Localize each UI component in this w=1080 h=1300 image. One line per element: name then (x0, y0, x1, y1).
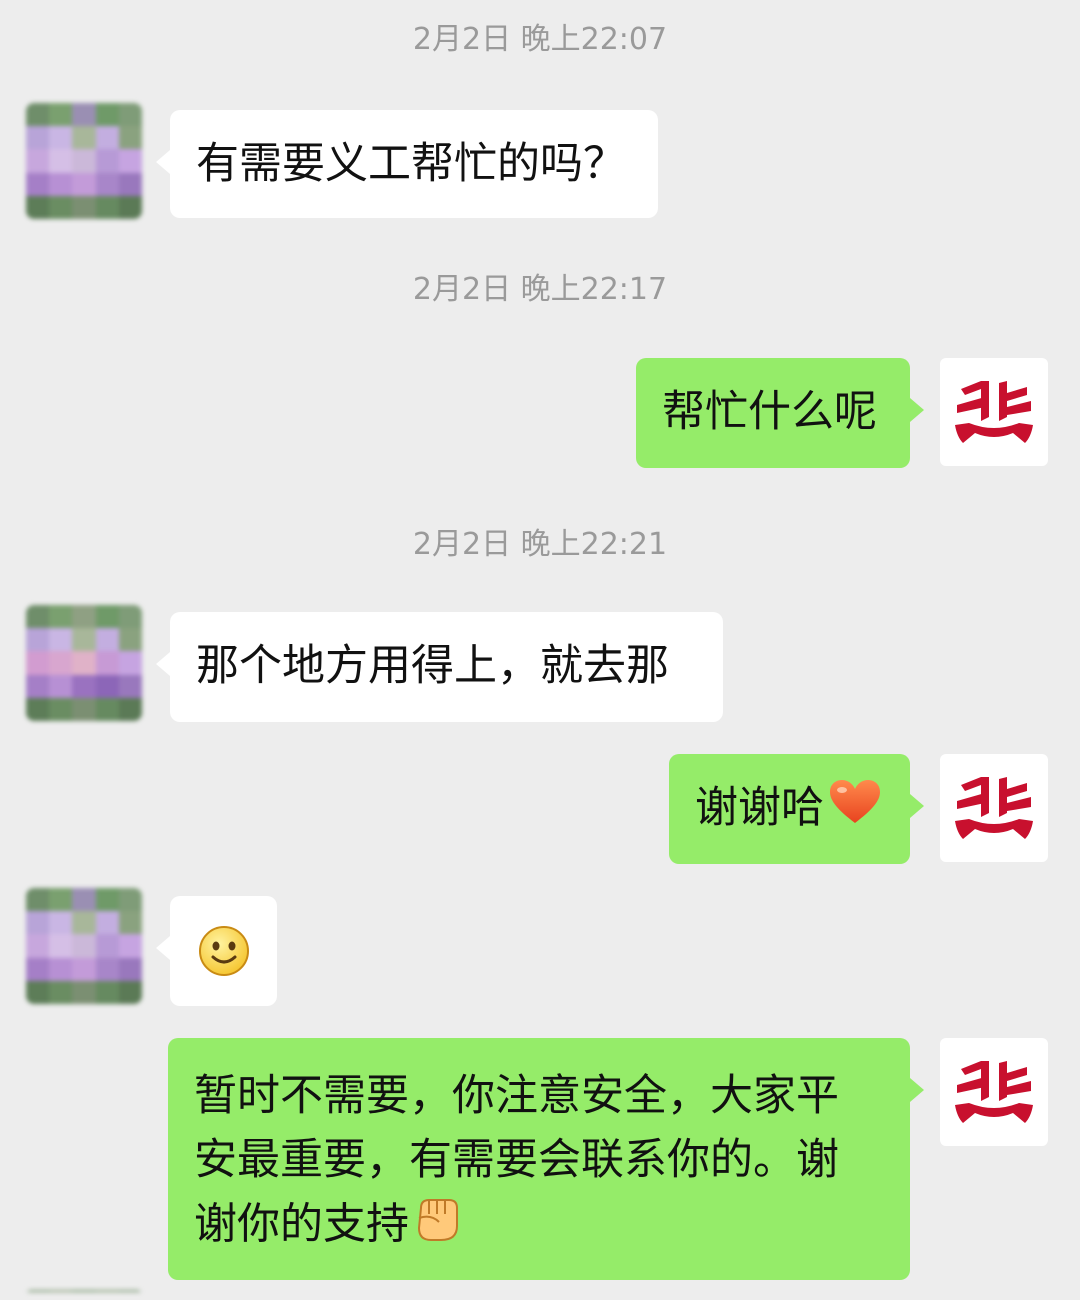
message-text: 那个地方用得上，就去那 (196, 641, 669, 691)
smile-emoji-icon (198, 926, 249, 976)
timestamp: 2月2日 晚上22:17 (412, 272, 668, 307)
message-bubble[interactable]: 那个地方用得上，就去那 (156, 612, 723, 722)
message-bubble[interactable]: 暂时不需要，你注意安全，大家平 安最重要，有需要会联系你的。谢 谢你的支持 (168, 1038, 924, 1280)
contact-avatar[interactable] (26, 605, 142, 721)
user-avatar[interactable] (940, 1038, 1048, 1146)
contact-avatar[interactable] (26, 888, 142, 1004)
message-bubble[interactable]: 谢谢哈 (669, 754, 924, 864)
heart-emoji-icon (828, 778, 882, 844)
message-text: 帮忙什么呢 (662, 387, 877, 437)
timestamp: 2月2日 晚上22:07 (412, 22, 668, 57)
message-text-line: 安最重要，有需要会联系你的。谢 (194, 1135, 839, 1185)
user-avatar[interactable] (940, 358, 1048, 466)
logo-icon (955, 381, 1033, 443)
message-bubble[interactable] (156, 896, 277, 1006)
contact-avatar[interactable] (26, 1290, 142, 1300)
timestamp: 2月2日 晚上22:21 (412, 527, 668, 562)
logo-icon (955, 1061, 1033, 1123)
message-bubble[interactable]: 有需要义工帮忙的吗？ (156, 110, 658, 218)
message-text: 谢谢哈 (695, 783, 824, 833)
logo-icon (955, 777, 1033, 839)
user-avatar[interactable] (940, 754, 1048, 862)
message-text-line: 谢你的支持 (194, 1199, 409, 1250)
contact-avatar[interactable] (26, 103, 142, 219)
message-text-line: 暂时不需要，你注意安全，大家平 (194, 1071, 839, 1121)
message-bubble[interactable]: 帮忙什么呢 (636, 358, 924, 468)
message-text: 有需要义工帮忙的吗？ (196, 139, 626, 189)
fist-emoji-icon (413, 1192, 463, 1262)
